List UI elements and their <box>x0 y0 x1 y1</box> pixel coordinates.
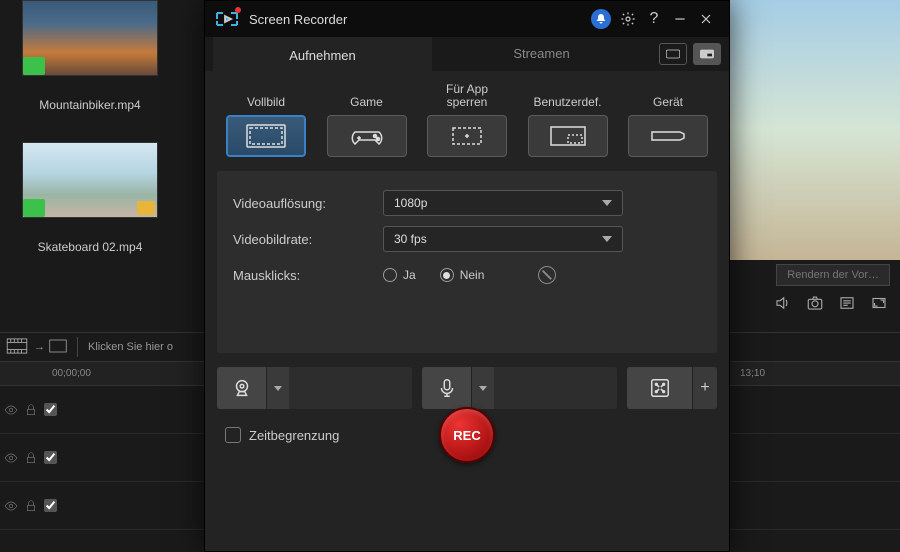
mode-game-button[interactable] <box>327 115 407 157</box>
overlay-add-button[interactable]: + <box>693 367 717 409</box>
layout-pip-button[interactable] <box>693 43 721 65</box>
framerate-select[interactable]: 30 fps <box>383 226 623 252</box>
lock-icon[interactable] <box>24 451 38 465</box>
media-thumb-label: Mountainbiker.mp4 <box>22 98 158 112</box>
overlay-button[interactable] <box>627 367 693 409</box>
microphone-device <box>422 367 617 409</box>
app-logo-icon <box>215 9 239 29</box>
track-toggle[interactable] <box>44 499 57 512</box>
minimize-button[interactable] <box>667 6 693 32</box>
media-thumb[interactable] <box>22 0 158 76</box>
lock-icon[interactable] <box>24 499 38 513</box>
film-icon[interactable] <box>49 339 67 356</box>
clicks-no-radio[interactable]: Nein <box>440 268 485 282</box>
screen-recorder-dialog: Screen Recorder ? Aufnehmen Streamen Vol… <box>204 0 730 552</box>
track-toggle[interactable] <box>44 451 57 464</box>
close-button[interactable] <box>693 6 719 32</box>
lock-icon[interactable] <box>24 403 38 417</box>
track-toggle[interactable] <box>44 403 57 416</box>
framerate-label: Videobildrate: <box>233 232 383 247</box>
timecode: 13;10 <box>740 368 765 379</box>
clicks-disable-button[interactable] <box>538 266 556 284</box>
film-icon[interactable] <box>6 338 28 357</box>
notification-button[interactable] <box>591 9 611 29</box>
layout-single-button[interactable] <box>659 43 687 65</box>
help-button[interactable]: ? <box>641 6 667 32</box>
chevron-down-icon <box>602 200 612 206</box>
eye-icon[interactable] <box>4 403 18 417</box>
titlebar: Screen Recorder ? <box>205 1 729 37</box>
timelimit-checkbox[interactable] <box>225 427 241 443</box>
mode-fullscreen-label: Vollbild <box>247 79 285 109</box>
notes-icon[interactable] <box>838 294 856 317</box>
arrow-icon: → <box>34 341 45 353</box>
resolution-label: Videoauflösung: <box>233 196 383 211</box>
mode-fullscreen-button[interactable] <box>226 115 306 157</box>
settings-button[interactable] <box>615 6 641 32</box>
mode-device-label: Gerät <box>653 79 683 109</box>
preview-pane <box>730 0 900 260</box>
render-preview-button[interactable]: Rendern der Vor… <box>776 264 890 286</box>
overlay-device: + <box>627 367 717 409</box>
webcam-device <box>217 367 412 409</box>
webcam-button[interactable] <box>217 367 267 409</box>
framerate-value: 30 fps <box>394 232 427 246</box>
resolution-value: 1080p <box>394 196 427 210</box>
mode-custom-label: Benutzerdef. <box>533 79 601 109</box>
tab-record[interactable]: Aufnehmen <box>213 37 432 71</box>
clicks-label: Mausklicks: <box>233 268 383 283</box>
dialog-title: Screen Recorder <box>249 12 591 27</box>
tab-stream[interactable]: Streamen <box>432 37 651 71</box>
resolution-select[interactable]: 1080p <box>383 190 623 216</box>
timeline-hint: Klicken Sie hier o <box>88 341 173 353</box>
mode-lockapp-label: Für App sperren <box>424 79 510 109</box>
settings-panel: Videoauflösung: 1080p Videobildrate: 30 … <box>217 171 717 353</box>
mode-game-label: Game <box>350 79 383 109</box>
webcam-dropdown[interactable] <box>267 367 289 409</box>
clicks-yes-radio[interactable]: Ja <box>383 268 416 282</box>
media-thumb[interactable] <box>22 142 158 218</box>
record-button[interactable]: REC <box>439 407 495 463</box>
snapshot-icon[interactable] <box>806 294 824 317</box>
timecode: 00;00;00 <box>52 368 91 379</box>
microphone-button[interactable] <box>422 367 472 409</box>
volume-icon[interactable] <box>774 294 792 317</box>
mode-device-button[interactable] <box>628 115 708 157</box>
eye-icon[interactable] <box>4 451 18 465</box>
media-thumb-label: Skateboard 02.mp4 <box>22 240 158 254</box>
chevron-down-icon <box>602 236 612 242</box>
expand-icon[interactable] <box>870 294 888 317</box>
mode-lockapp-button[interactable] <box>427 115 507 157</box>
mode-custom-button[interactable] <box>528 115 608 157</box>
eye-icon[interactable] <box>4 499 18 513</box>
timelimit-label: Zeitbegrenzung <box>249 428 339 443</box>
microphone-dropdown[interactable] <box>472 367 494 409</box>
